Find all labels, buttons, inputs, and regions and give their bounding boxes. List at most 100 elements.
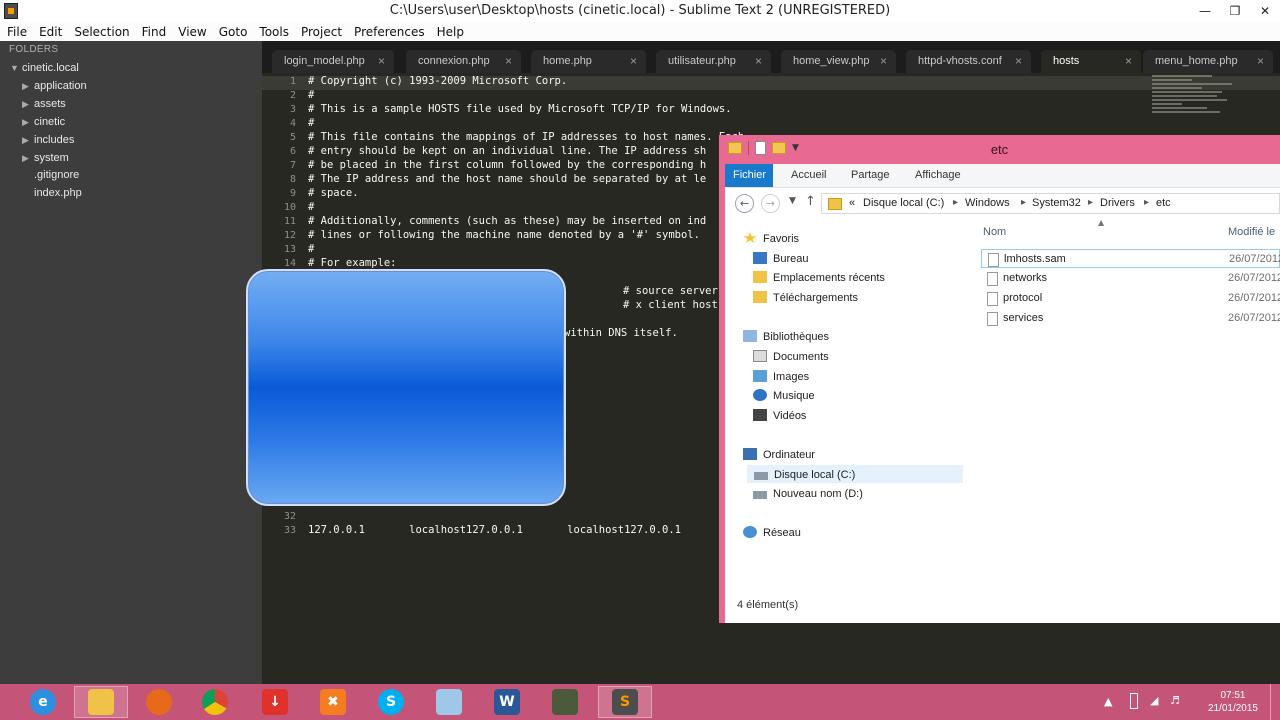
taskbar-chrome[interactable] bbox=[188, 686, 242, 718]
nav-reseau[interactable]: Réseau bbox=[743, 524, 801, 542]
sidebar-item-assets[interactable]: ▶ assets bbox=[22, 96, 66, 112]
close-icon[interactable]: ✕ bbox=[1250, 0, 1280, 22]
menu-selection[interactable]: Selection bbox=[68, 25, 135, 39]
tab-close-icon[interactable]: × bbox=[378, 50, 385, 72]
breadcrumb-separator-icon[interactable]: ▸ bbox=[1144, 197, 1149, 208]
taskbar-notepad[interactable] bbox=[422, 686, 476, 718]
sidebar-item-application[interactable]: ▶ application bbox=[22, 78, 87, 94]
breadcrumb-separator-icon[interactable]: ▸ bbox=[953, 197, 958, 208]
tab-fichier[interactable]: Fichier bbox=[725, 164, 773, 187]
tab-login-model[interactable]: login_model.php × bbox=[272, 50, 394, 73]
address-bar[interactable]: « Disque local (C:) ▸ Windows ▸ System32… bbox=[821, 193, 1280, 214]
taskbar-xampp[interactable]: ✖ bbox=[306, 686, 360, 718]
menu-file[interactable]: File bbox=[1, 25, 33, 39]
file-row[interactable]: lmhosts.sam 26/07/2012 bbox=[981, 249, 1280, 268]
taskbar-firefox[interactable] bbox=[132, 686, 186, 718]
breadcrumb-windows[interactable]: Windows bbox=[965, 197, 1010, 209]
collapsed-triangle-icon[interactable]: ▶ bbox=[22, 132, 34, 148]
tab-home[interactable]: home.php × bbox=[531, 50, 646, 73]
breadcrumb-drivers[interactable]: Drivers bbox=[1100, 197, 1135, 209]
sidebar-item-cinetic[interactable]: ▶ cinetic bbox=[22, 114, 65, 130]
show-desktop-button[interactable] bbox=[1270, 684, 1280, 720]
sidebar-item-includes[interactable]: ▶ includes bbox=[22, 132, 74, 148]
file-row[interactable]: services 26/07/2012 bbox=[981, 309, 1280, 328]
clock[interactable]: 07:51 21/01/2015 bbox=[1208, 689, 1258, 715]
minimap[interactable] bbox=[1152, 73, 1242, 133]
tab-close-icon[interactable]: × bbox=[630, 50, 637, 72]
nav-images[interactable]: Images bbox=[753, 368, 809, 386]
tab-close-icon[interactable]: × bbox=[1125, 50, 1132, 72]
tab-close-icon[interactable]: × bbox=[505, 50, 512, 72]
tab-hosts[interactable]: hosts × bbox=[1041, 50, 1141, 73]
taskbar-game[interactable] bbox=[538, 686, 592, 718]
menu-edit[interactable]: Edit bbox=[33, 25, 68, 39]
nav-videos[interactable]: Vidéos bbox=[753, 407, 806, 425]
nav-musique[interactable]: Musique bbox=[753, 387, 815, 405]
tray-expand-icon[interactable]: ▲ bbox=[1104, 695, 1112, 708]
menu-preferences[interactable]: Preferences bbox=[348, 25, 431, 39]
file-row[interactable]: networks 26/07/2012 bbox=[981, 269, 1280, 288]
maximize-icon[interactable]: ❐ bbox=[1220, 0, 1250, 22]
breadcrumb-separator-icon[interactable]: ▸ bbox=[1088, 197, 1093, 208]
sidebar-item-system[interactable]: ▶ system bbox=[22, 150, 69, 166]
breadcrumb-disque-local[interactable]: Disque local (C:) bbox=[863, 197, 944, 209]
back-arrow-icon[interactable]: ← bbox=[735, 194, 754, 213]
collapsed-triangle-icon[interactable]: ▶ bbox=[22, 78, 34, 94]
expanded-triangle-icon[interactable]: ▼ bbox=[10, 60, 22, 76]
breadcrumb-system32[interactable]: System32 bbox=[1032, 197, 1081, 209]
file-row[interactable]: protocol 26/07/2012 bbox=[981, 289, 1280, 308]
menu-find[interactable]: Find bbox=[136, 25, 173, 39]
taskbar-word[interactable]: W bbox=[480, 686, 534, 718]
taskbar-file-explorer[interactable] bbox=[74, 686, 128, 718]
collapsed-triangle-icon[interactable]: ▶ bbox=[22, 96, 34, 112]
tab-accueil[interactable]: Accueil bbox=[783, 164, 834, 187]
up-arrow-icon[interactable]: ↑ bbox=[805, 194, 816, 209]
menu-goto[interactable]: Goto bbox=[213, 25, 254, 39]
breadcrumb-separator-icon[interactable]: ▸ bbox=[1021, 197, 1026, 208]
tab-close-icon[interactable]: × bbox=[1015, 50, 1022, 72]
tab-utilisateur[interactable]: utilisateur.php × bbox=[656, 50, 771, 73]
tab-close-icon[interactable]: × bbox=[755, 50, 762, 72]
nav-telechargements[interactable]: Téléchargements bbox=[753, 289, 858, 307]
sidebar-root-folder[interactable]: ▼ cinetic.local bbox=[10, 60, 79, 76]
taskbar-internet-explorer[interactable]: e bbox=[16, 686, 70, 718]
taskbar-sublime-text[interactable]: S bbox=[598, 686, 652, 718]
menu-project[interactable]: Project bbox=[295, 25, 348, 39]
column-header-modified[interactable]: Modifié le bbox=[1228, 226, 1275, 238]
volume-icon[interactable]: ♬ bbox=[1170, 694, 1180, 707]
signal-icon[interactable]: ◢ bbox=[1150, 694, 1158, 707]
breadcrumb-overflow[interactable]: « bbox=[849, 197, 855, 209]
nav-bibliotheques[interactable]: Bibliothèques bbox=[743, 328, 829, 346]
taskbar-download-manager[interactable]: ↓ bbox=[248, 686, 302, 718]
column-header-name[interactable]: Nom bbox=[983, 226, 1006, 238]
nav-bureau[interactable]: Bureau bbox=[753, 250, 808, 268]
menu-help[interactable]: Help bbox=[431, 25, 470, 39]
recent-locations-chevron-icon[interactable]: ▼ bbox=[789, 196, 796, 206]
tab-affichage[interactable]: Affichage bbox=[907, 164, 969, 187]
menu-view[interactable]: View bbox=[172, 25, 212, 39]
tab-partage[interactable]: Partage bbox=[843, 164, 898, 187]
nav-emplacements-recents[interactable]: Emplacements récents bbox=[753, 269, 885, 287]
minimize-icon[interactable]: — bbox=[1190, 0, 1220, 22]
tab-httpd-vhosts[interactable]: httpd-vhosts.conf × bbox=[906, 50, 1031, 73]
sidebar-file-gitignore[interactable]: .gitignore bbox=[34, 167, 79, 183]
collapsed-triangle-icon[interactable]: ▶ bbox=[22, 150, 34, 166]
file-name: protocol bbox=[1003, 292, 1043, 304]
nav-nouveau-nom-d[interactable]: Nouveau nom (D:) bbox=[753, 485, 863, 503]
nav-disque-local-c[interactable]: Disque local (C:) bbox=[747, 465, 963, 483]
forward-arrow-icon[interactable]: → bbox=[761, 194, 780, 213]
menu-tools[interactable]: Tools bbox=[253, 25, 295, 39]
sidebar-file-index[interactable]: index.php bbox=[34, 185, 82, 201]
tab-menu-home[interactable]: menu_home.php × bbox=[1143, 50, 1273, 73]
breadcrumb-etc[interactable]: etc bbox=[1156, 197, 1171, 209]
collapsed-triangle-icon[interactable]: ▶ bbox=[22, 114, 34, 130]
tab-close-icon[interactable]: × bbox=[1257, 50, 1264, 72]
tab-home-view[interactable]: home_view.php × bbox=[781, 50, 896, 73]
nav-favoris[interactable]: Favoris bbox=[743, 230, 799, 248]
taskbar-skype[interactable]: S bbox=[364, 686, 418, 718]
nav-documents[interactable]: Documents bbox=[753, 348, 829, 366]
tab-connexion[interactable]: connexion.php × bbox=[406, 50, 521, 73]
nav-ordinateur[interactable]: Ordinateur bbox=[743, 446, 815, 464]
tab-close-icon[interactable]: × bbox=[880, 50, 887, 72]
battery-icon[interactable] bbox=[1130, 693, 1138, 709]
